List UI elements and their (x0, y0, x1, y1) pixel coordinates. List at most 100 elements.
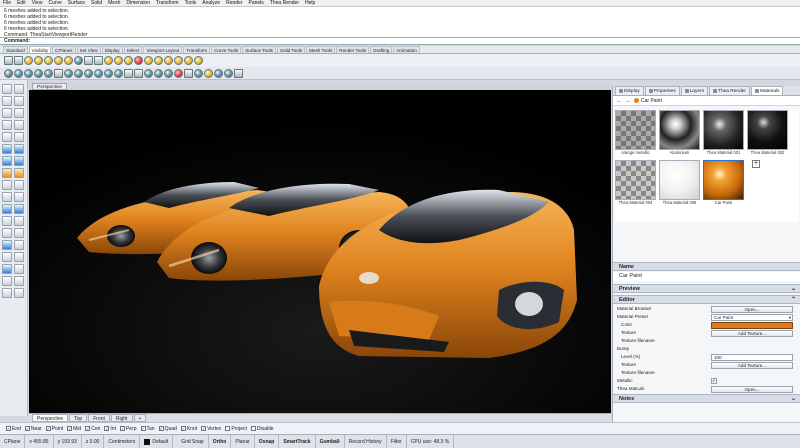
solid-box-icon[interactable] (2, 156, 12, 166)
sphere-icon[interactable] (194, 68, 203, 78)
ortho-toggle[interactable]: Ortho (209, 434, 232, 448)
zoom-icon[interactable] (74, 68, 83, 78)
osnap-checkbox[interactable]: Disable (250, 426, 274, 432)
perspective-viewport[interactable] (29, 90, 611, 413)
breadcrumb[interactable]: Car Paint (634, 98, 662, 104)
menu-item[interactable]: Edit (17, 0, 26, 6)
color-swatch[interactable] (711, 321, 793, 329)
toolbar-tab[interactable]: Solid Tools (276, 46, 306, 53)
osnap-checkbox[interactable]: ✓ End (6, 426, 21, 432)
hatch-icon[interactable] (14, 252, 24, 262)
toolbar-tab[interactable]: CPlanes (52, 46, 76, 53)
surface-icon[interactable] (2, 144, 12, 154)
lock-icon[interactable] (84, 56, 93, 65)
redo-view-icon[interactable] (134, 68, 143, 78)
undo-view-icon[interactable] (124, 68, 133, 78)
join-icon[interactable] (14, 192, 24, 202)
render-icon[interactable] (44, 68, 53, 78)
mirror-icon[interactable] (14, 228, 24, 238)
zoom-selected-icon[interactable] (104, 68, 113, 78)
back-arrow-icon[interactable]: ← (616, 98, 622, 104)
lightbulb-icon[interactable] (54, 56, 63, 65)
material-thumbnail[interactable]: orange metallic (615, 110, 656, 156)
zoom-extents-icon[interactable] (84, 68, 93, 78)
osnap-checkbox[interactable]: ✓ Vertex (201, 426, 221, 432)
lightbulb-icon[interactable] (64, 56, 73, 65)
wireframe-icon[interactable] (184, 68, 193, 78)
toolbar-tab[interactable]: Mesh Tools (306, 46, 336, 53)
menu-item[interactable]: Curve (48, 0, 61, 6)
lightbulb-icon[interactable] (144, 56, 153, 65)
layer-indicator[interactable]: Default (140, 434, 174, 448)
material-thumbnail[interactable]: Thea Material 005 (659, 160, 700, 206)
transform-icon[interactable] (2, 204, 12, 214)
lightbulb-icon[interactable] (124, 56, 133, 65)
panel-tab[interactable]: Materials (751, 86, 784, 95)
metallic-checkbox[interactable]: ✓ (711, 377, 717, 384)
material-name-field[interactable]: Car Paint (613, 272, 800, 281)
osnap-checkbox[interactable]: Project (225, 426, 247, 432)
lightbulb-icon[interactable] (164, 56, 173, 65)
lightbulb-icon[interactable] (24, 56, 33, 65)
render-tool-icon[interactable] (2, 288, 12, 298)
options-icon[interactable] (234, 68, 243, 78)
toolbar-tab[interactable]: Surface Tools (242, 46, 276, 53)
units-label[interactable]: Centimeters (104, 434, 141, 448)
osnap-checkbox[interactable]: ✓ Knot (180, 426, 197, 432)
gumball-toggle[interactable]: Gumball (316, 434, 345, 448)
polyline-icon[interactable] (14, 96, 24, 106)
panel-tab[interactable]: Layers (680, 86, 709, 95)
toolbar-tab[interactable]: Animation (393, 46, 420, 53)
material-thumbnail[interactable]: Thea Material 004 (615, 160, 656, 206)
arc-icon[interactable] (14, 108, 24, 118)
add-texture-button[interactable]: Add Texture... (711, 329, 793, 337)
menu-item[interactable]: Solid (91, 0, 102, 6)
camera-icon[interactable] (14, 288, 24, 298)
material-browser-open-button[interactable]: Open... (711, 305, 793, 313)
osnap-toggle[interactable]: Osnap (255, 434, 280, 448)
osnap-checkbox[interactable]: ✓ Cen (85, 426, 100, 432)
panel-tab[interactable]: Thea Render (709, 86, 751, 95)
osnap-checkbox[interactable]: ✓ Int (104, 426, 116, 432)
level-input[interactable]: 100 (711, 353, 793, 361)
group-icon[interactable] (14, 264, 24, 274)
menu-item[interactable]: Surface (68, 0, 85, 6)
material-preset-dropdown[interactable]: Car Paint ▾ (711, 313, 793, 321)
curve-icon[interactable] (2, 132, 12, 142)
lightbulb-icon[interactable] (44, 56, 53, 65)
lightbulb-off-icon[interactable] (34, 56, 43, 65)
name-section-header[interactable]: Name (613, 262, 800, 271)
pan-icon[interactable] (54, 68, 63, 78)
hide-icon[interactable] (134, 56, 143, 65)
filter-toggle[interactable]: Filter (387, 434, 407, 448)
osnap-checkbox[interactable]: ✓ Near (24, 426, 42, 432)
toolbar-tab[interactable]: Standard (3, 46, 28, 53)
grid-snap-toggle[interactable]: Grid Snap (177, 434, 209, 448)
layer-icon[interactable] (14, 276, 24, 286)
select-icon[interactable] (4, 68, 13, 78)
freeform-icon[interactable] (14, 132, 24, 142)
material-thumbnail[interactable]: Car Paint (703, 160, 744, 206)
toolbar-tab[interactable]: Visibility (28, 46, 52, 53)
menu-item[interactable]: File (3, 0, 11, 6)
lightbulb-icon[interactable] (194, 56, 203, 65)
analyze-icon[interactable] (2, 264, 12, 274)
lightbulb-icon[interactable] (114, 56, 123, 65)
menu-item[interactable]: Tools (185, 0, 197, 6)
material-thumbnail[interactable]: Thea Material 002 (747, 110, 788, 156)
shade-icon[interactable] (144, 68, 153, 78)
preview-section-header[interactable]: Preview ⌄ (613, 284, 800, 293)
line-icon[interactable] (2, 96, 12, 106)
lightbulb-icon[interactable] (174, 56, 183, 65)
toolbar-tab[interactable]: Display (101, 46, 123, 53)
menu-item[interactable]: Help (305, 0, 315, 6)
editor-section-header[interactable]: Editor ⌃ (613, 295, 800, 304)
menu-item[interactable]: Analyze (202, 0, 220, 6)
extrude-icon[interactable] (14, 144, 24, 154)
toolbar-tab[interactable]: Select (123, 46, 143, 53)
osnap-checkbox[interactable]: ✓ Tan (140, 426, 155, 432)
smarttrack-toggle[interactable]: SmartTrack (279, 434, 316, 448)
zoom-icon[interactable] (114, 68, 123, 78)
bump-add-texture-button[interactable]: Add Texture... (711, 361, 793, 369)
light-icon[interactable] (204, 68, 213, 78)
